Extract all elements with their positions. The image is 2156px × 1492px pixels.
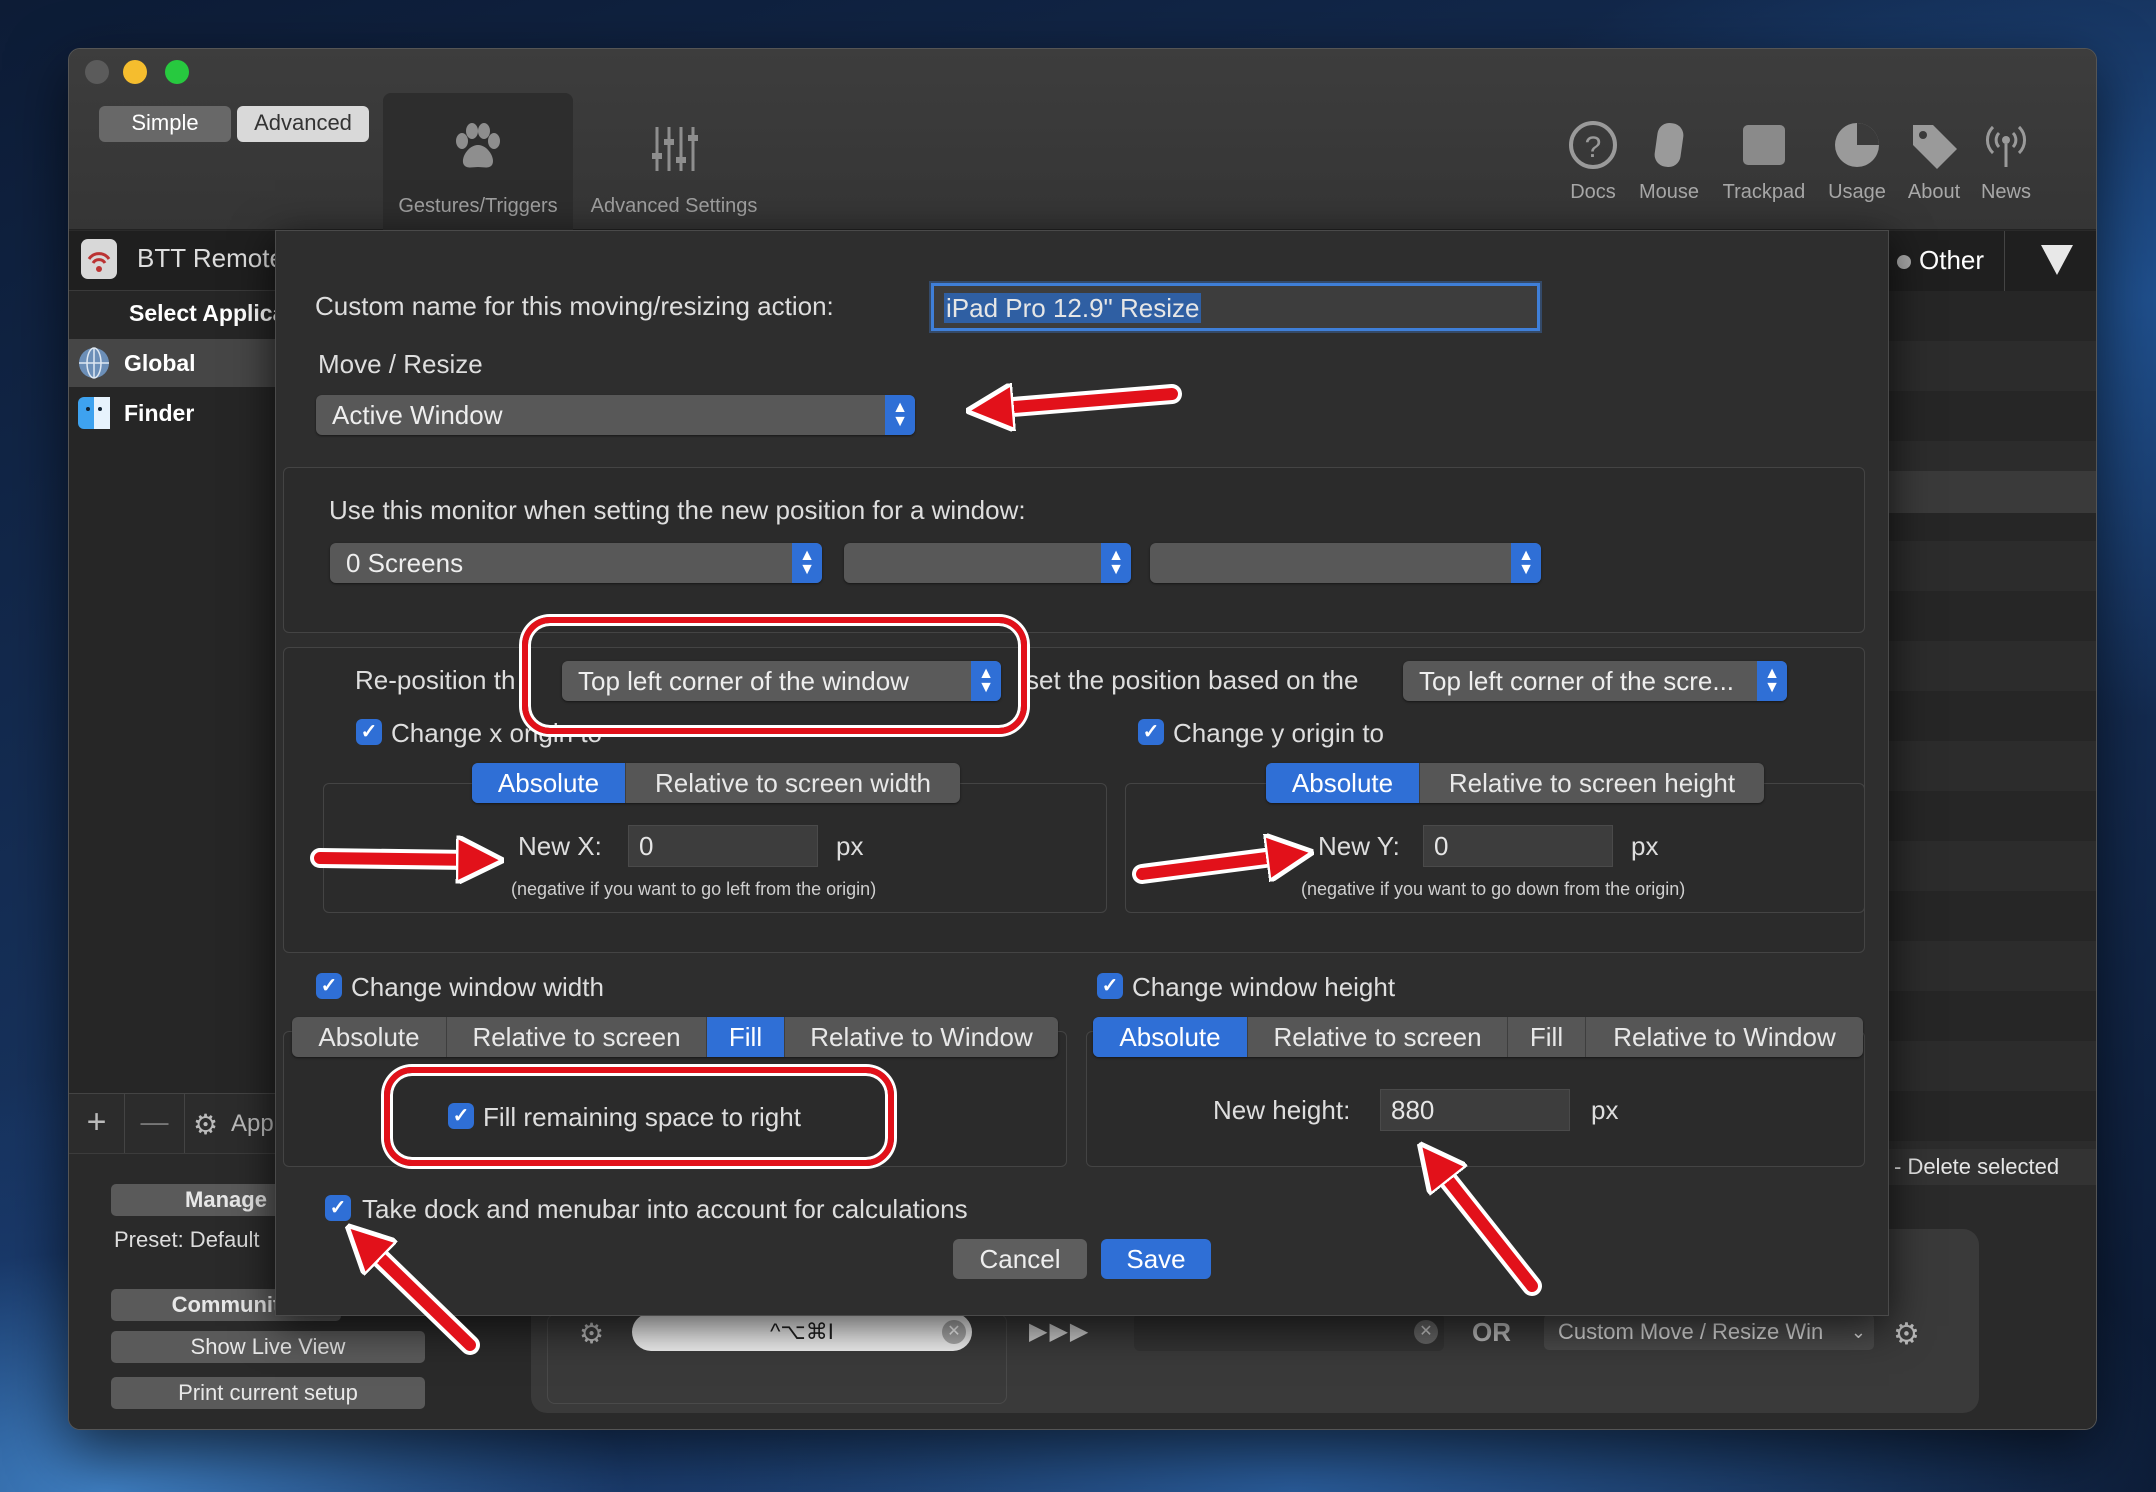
annotation-arrows (310, 0, 1542, 1355)
